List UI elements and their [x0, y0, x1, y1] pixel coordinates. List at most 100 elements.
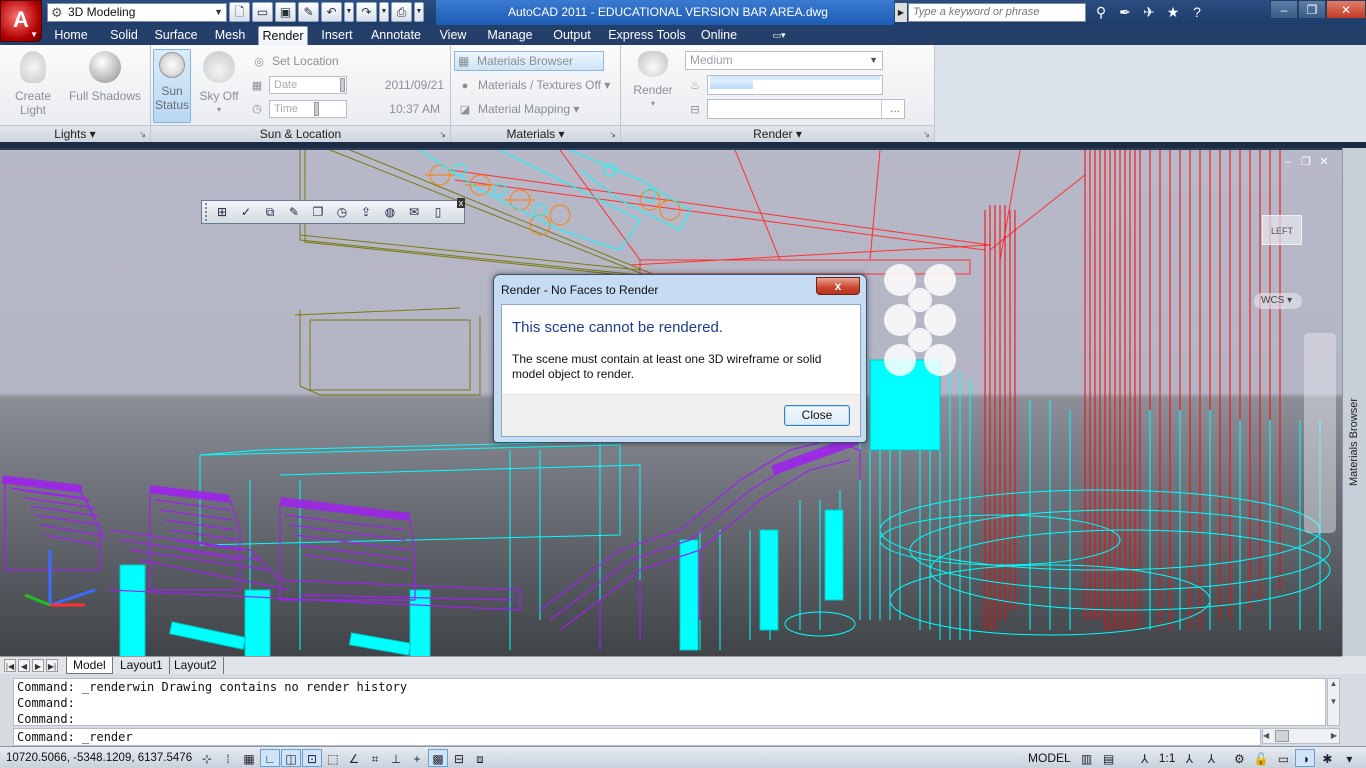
render-button[interactable]: Render ▾	[629, 49, 677, 121]
materials-panel-title[interactable]: Materials ▾ ↘	[451, 125, 620, 142]
open-folder-icon[interactable]: ▭	[252, 2, 273, 22]
viewcube[interactable]: LEFT	[1262, 215, 1302, 245]
object-snap-icon[interactable]: ⊡	[302, 749, 322, 767]
redo-icon[interactable]: ↷	[356, 2, 377, 22]
tab-annotate[interactable]: Annotate	[367, 26, 425, 45]
check-sheet-icon[interactable]: ✓	[236, 203, 256, 221]
binoculars-icon[interactable]: ⚲	[1090, 2, 1112, 23]
communication-icon[interactable]: ✈	[1138, 2, 1160, 23]
viewport-minimize-icon[interactable]: –	[1282, 156, 1294, 168]
panel-launcher-icon[interactable]: ↘	[139, 127, 146, 143]
favorites-star-icon[interactable]: ★	[1162, 2, 1184, 23]
infer-constraints-icon[interactable]: ⊹	[197, 749, 217, 767]
edit-sheet-icon[interactable]: ✎	[284, 203, 304, 221]
next-layout-icon[interactable]: ▶	[32, 659, 44, 672]
tab-express-tools[interactable]: Express Tools	[607, 26, 687, 45]
expand-search-icon[interactable]: ▶	[895, 3, 907, 22]
dialog-close-x-button[interactable]: x	[816, 277, 860, 295]
auto-scale-icon[interactable]: ⅄	[1201, 749, 1221, 767]
transparency-icon[interactable]: ▩	[428, 749, 448, 767]
print-icon[interactable]: ⎙	[391, 2, 412, 22]
maximize-icon[interactable]: ❐	[1298, 0, 1326, 19]
snap-mode-icon[interactable]: ⁞	[218, 749, 238, 767]
model-space-toggle[interactable]: MODEL	[1024, 749, 1075, 767]
device-icon[interactable]: ▯	[428, 203, 448, 221]
sun-location-panel-title[interactable]: Sun & Location ↘	[151, 125, 450, 142]
tab-insert[interactable]: Insert	[316, 26, 358, 45]
toolbar-grip[interactable]	[205, 203, 209, 221]
application-menu-button[interactable]: A ▼	[0, 0, 42, 42]
save-as-icon[interactable]: ✎	[298, 2, 319, 22]
close-icon[interactable]: ✕	[1326, 0, 1366, 19]
render-output-path[interactable]: ...	[707, 99, 905, 119]
annotation-visibility-icon[interactable]: ⅄	[1179, 749, 1199, 767]
status-menu-icon[interactable]: ▾	[1339, 749, 1359, 767]
time-slider[interactable]: Time	[269, 100, 347, 118]
email-icon[interactable]: ✉	[404, 203, 424, 221]
panel-launcher-icon[interactable]: ↘	[923, 127, 930, 143]
annotation-scale-value[interactable]: 1:1	[1157, 749, 1178, 767]
first-layout-icon[interactable]: |◀	[4, 659, 16, 672]
sun-status-button[interactable]: Sun Status	[153, 49, 191, 123]
date-slider[interactable]: Date	[269, 76, 347, 94]
light-bulb-icon[interactable]: ✱	[1317, 749, 1337, 767]
workspace-select[interactable]: ⚙ 3D Modeling ▼	[47, 3, 227, 22]
new-file-icon[interactable]: 🗋	[229, 2, 250, 22]
close-button[interactable]: Close	[784, 405, 850, 426]
date-slider-thumb[interactable]	[340, 78, 345, 92]
create-light-button[interactable]: Create Light	[8, 49, 58, 121]
viewport-close-icon[interactable]: ✕	[1318, 156, 1330, 168]
toolbar-close-icon[interactable]: x	[457, 198, 465, 208]
copy-sheet-icon[interactable]: ❐	[308, 203, 328, 221]
undo-icon[interactable]: ↶	[321, 2, 342, 22]
subscription-icon[interactable]: ✒	[1114, 2, 1136, 23]
grid-icon[interactable]: ▦	[239, 749, 259, 767]
lights-panel-title[interactable]: Lights ▾ ↘	[0, 125, 150, 142]
undo-dropdown-icon[interactable]: ▼	[344, 2, 354, 22]
dynamic-input-icon[interactable]: ⊥	[386, 749, 406, 767]
render-panel-title[interactable]: Render ▾ ↘	[621, 125, 934, 142]
ortho-icon[interactable]: ∟	[260, 749, 280, 767]
selection-cycling-icon[interactable]: ⧈	[470, 749, 490, 767]
navigation-bar[interactable]	[1304, 333, 1336, 533]
command-scrollbar[interactable]: ▲ ▼	[1327, 678, 1340, 726]
full-shadows-button[interactable]: Full Shadows	[66, 49, 144, 121]
tab-view[interactable]: View	[436, 26, 470, 45]
sheet-set-icon[interactable]: ⧉	[260, 203, 280, 221]
3d-osnap-icon[interactable]: ⬚	[323, 749, 343, 767]
workspace-switching-icon[interactable]: ⚙	[1229, 749, 1249, 767]
tab-online[interactable]: Online	[697, 26, 741, 45]
materials-browser-button[interactable]: ▦ Materials Browser	[454, 51, 604, 71]
tab-model[interactable]: Model	[66, 657, 113, 674]
polar-tracking-icon[interactable]: ◫	[281, 749, 301, 767]
tab-home[interactable]: Home	[50, 26, 92, 45]
ducs-icon[interactable]: ⌗	[365, 749, 385, 767]
isolate-objects-icon[interactable]: ◑	[1295, 749, 1316, 767]
last-layout-icon[interactable]: ▶|	[46, 659, 58, 672]
panel-launcher-icon[interactable]: ↘	[439, 127, 446, 143]
sky-off-button[interactable]: Sky Off ▾	[197, 49, 241, 121]
minimize-icon[interactable]: –	[1270, 0, 1298, 19]
help-icon[interactable]: ?	[1186, 2, 1208, 23]
publish-icon[interactable]: ⇪	[356, 203, 376, 221]
tab-render[interactable]: Render	[258, 26, 308, 45]
quick-view-drawings-icon[interactable]: ▤	[1099, 749, 1119, 767]
command-input[interactable]: Command: _render	[13, 728, 1261, 746]
render-quality-select[interactable]: Medium ▼	[685, 51, 883, 70]
tab-solid[interactable]: Solid	[104, 26, 144, 45]
viewport-restore-icon[interactable]: ❐	[1300, 156, 1312, 168]
otrack-icon[interactable]: ∠	[344, 749, 364, 767]
search-input[interactable]: Type a keyword or phrase	[908, 3, 1086, 22]
clock-icon[interactable]: ◷	[332, 203, 352, 221]
tab-layout2[interactable]: Layout2	[168, 657, 224, 674]
hardware-acceleration-icon[interactable]: ▭	[1273, 749, 1293, 767]
tab-manage[interactable]: Manage	[484, 26, 536, 45]
tab-surface[interactable]: Surface	[153, 26, 199, 45]
panel-launcher-icon[interactable]: ↘	[609, 127, 616, 143]
wcs-menu[interactable]: WCS ▾	[1254, 293, 1302, 309]
set-location-button[interactable]: ◎ Set Location	[251, 51, 339, 71]
save-icon[interactable]: ▣	[275, 2, 296, 22]
tab-mesh[interactable]: Mesh	[210, 26, 250, 45]
materials-textures-button[interactable]: ● Materials / Textures Off ▾	[457, 75, 611, 95]
redo-dropdown-icon[interactable]: ▼	[379, 2, 389, 22]
